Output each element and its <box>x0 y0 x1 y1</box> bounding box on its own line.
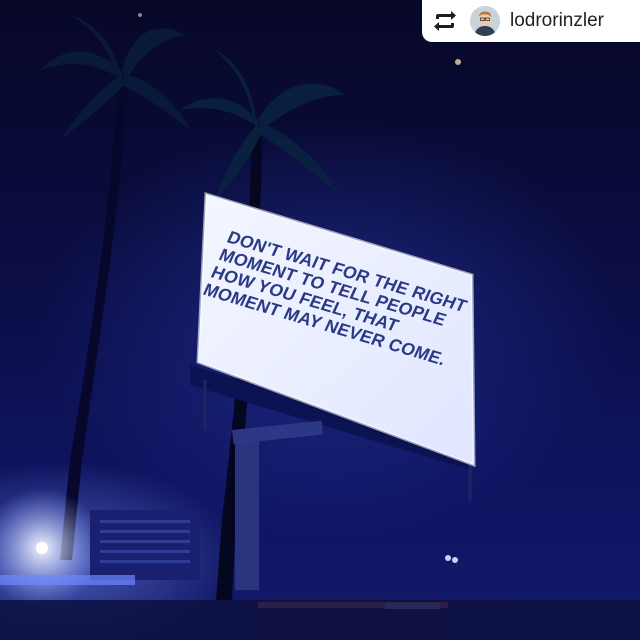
avatar[interactable] <box>470 6 500 36</box>
username[interactable]: lodrorinzler <box>510 10 604 32</box>
street-light-left <box>36 542 48 554</box>
palm-fronds-middle <box>180 50 345 200</box>
palm-trunk-left <box>60 70 128 560</box>
billboard-beam <box>232 420 323 444</box>
ground <box>0 600 640 640</box>
night-photo: DON'T WAIT FOR THE RIGHT MOMENT TO TELL … <box>0 0 640 640</box>
repost-badge[interactable]: lodrorinzler <box>422 0 640 42</box>
repost-icon <box>432 10 458 32</box>
street-light-glow-left <box>0 488 102 608</box>
billboard-pole <box>235 440 259 590</box>
street-light-right <box>445 555 451 561</box>
